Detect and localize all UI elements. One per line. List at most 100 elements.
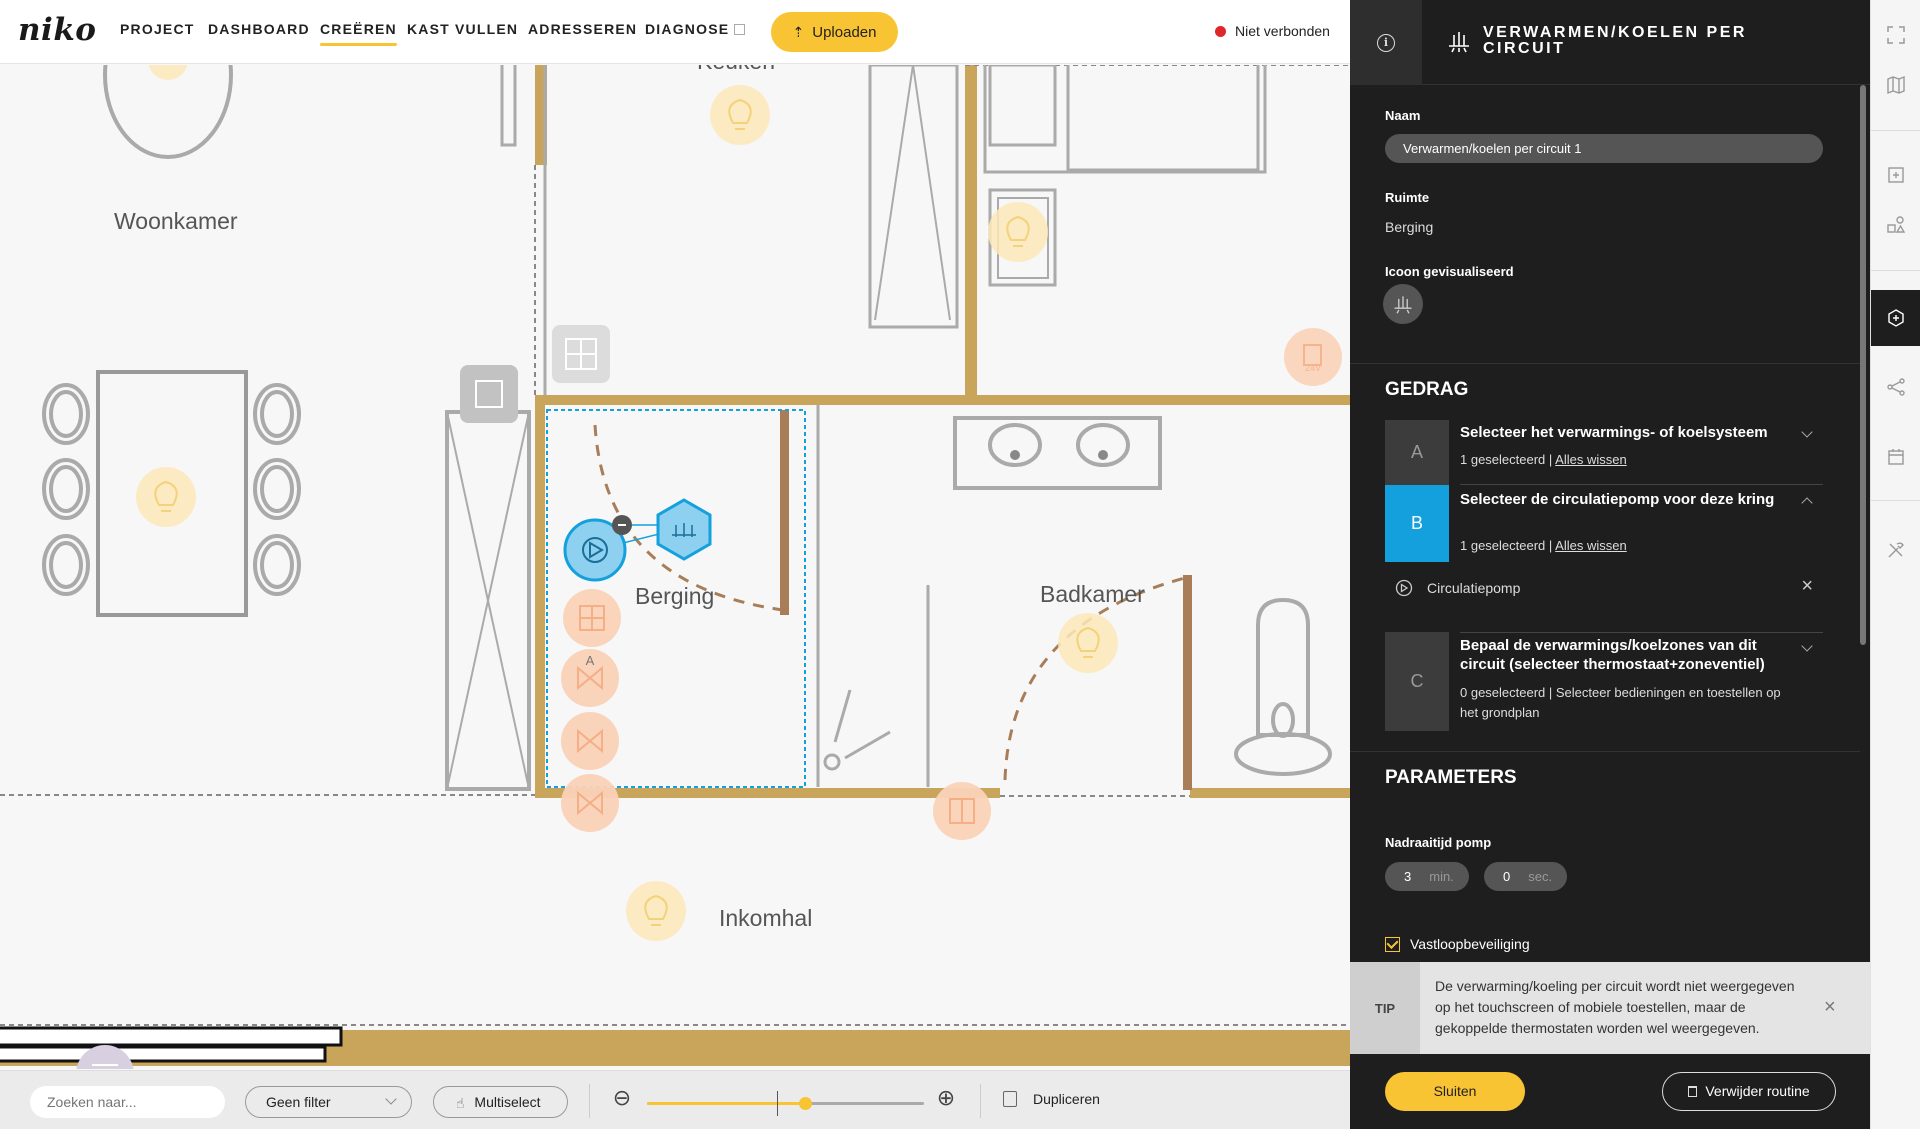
niko-logo[interactable]: niko — [18, 12, 96, 48]
pump-icon — [1395, 579, 1413, 597]
room-value: Berging — [1385, 219, 1434, 235]
room-label-woonkamer: Woonkamer — [114, 208, 238, 234]
tip-text: De verwarming/koeling per circuit wordt … — [1435, 978, 1795, 1036]
routine-icon[interactable] — [1871, 290, 1920, 346]
calendar-icon-glyph — [1888, 449, 1904, 465]
add-device-icon-glyph — [1888, 167, 1904, 183]
step-b-subtitle: 1 geselecteerd | Alles wissen — [1460, 536, 1800, 556]
parameters-section-title: PARAMETERS — [1385, 767, 1517, 788]
tip-banner: TIP De verwarming/koeling per circuit wo… — [1350, 962, 1870, 1054]
nadraaitijd-minutes-input[interactable]: 3 min. — [1385, 862, 1469, 891]
routine-icon-glyph — [1888, 309, 1904, 327]
search-input[interactable] — [30, 1086, 225, 1118]
minutes-unit: min. — [1429, 869, 1454, 884]
section-divider — [1350, 751, 1860, 752]
step-a-count: 1 geselecteerd | — [1460, 452, 1556, 467]
nav-dashboard[interactable]: DASHBOARD — [208, 21, 310, 37]
selected-pump-label: Circulatiepomp — [1427, 580, 1521, 596]
upload-icon: ⇡ — [792, 23, 805, 40]
step-b-count: 1 geselecteerd | — [1460, 538, 1556, 553]
step-c-subtitle: 0 geselecteerd | Selecteer bedieningen e… — [1460, 685, 1781, 720]
duplicate-button[interactable]: Dupliceren — [1003, 1091, 1100, 1107]
zoom-slider-fill — [647, 1102, 805, 1105]
upload-button[interactable]: ⇡ Uploaden — [771, 12, 898, 52]
panel-scrollbar[interactable] — [1860, 85, 1866, 645]
shapes-icon-glyph — [1887, 216, 1906, 233]
fullscreen-icon[interactable] — [1871, 10, 1920, 60]
close-button[interactable]: Sluiten — [1385, 1072, 1525, 1111]
vastloop-label: Vastloopbeveiliging — [1410, 936, 1530, 952]
zoom-in-icon[interactable]: ⊕ — [935, 1087, 957, 1110]
connections-icon-glyph — [1887, 378, 1905, 396]
sidebar-divider — [1871, 130, 1920, 131]
remove-routine-button[interactable]: Verwijder routine — [1662, 1072, 1836, 1111]
multiselect-button[interactable]: ☝ Multiselect — [433, 1086, 568, 1118]
tools-icon[interactable] — [1871, 525, 1920, 575]
zoom-out-icon[interactable]: ⊖ — [611, 1087, 633, 1110]
top-navigation-bar: niko PROJECT DASHBOARD CREËREN KAST VULL… — [0, 0, 1350, 64]
map-icon[interactable] — [1871, 60, 1920, 110]
upload-label: Uploaden — [812, 23, 877, 41]
floorplan-canvas[interactable]: 24V A Woonkamer Berging Badkamer Inkomha… — [0, 65, 1350, 1069]
step-c-title: Bepaal de verwarmings/koelzones van dit … — [1460, 637, 1765, 673]
step-b-title: Selecteer de circulatiepomp voor deze kr… — [1460, 491, 1775, 508]
trash-icon — [1688, 1086, 1698, 1097]
section-divider — [1350, 363, 1860, 364]
chevron-down-icon[interactable] — [1801, 426, 1813, 438]
step-divider — [1460, 632, 1823, 633]
remove-pump-icon[interactable]: × — [1801, 575, 1813, 598]
zoom-slider[interactable] — [647, 1091, 924, 1116]
step-letter-c: C — [1385, 632, 1449, 731]
add-device-icon[interactable] — [1871, 150, 1920, 200]
step-letter-a: A — [1385, 420, 1449, 485]
seconds-unit: sec. — [1528, 869, 1553, 884]
step-letter-b: B — [1385, 485, 1449, 562]
step-b-clear-link[interactable]: Alles wissen — [1555, 538, 1627, 553]
step-b[interactable]: B Selecteer de circulatiepomp voor deze … — [1385, 485, 1823, 562]
connections-icon[interactable] — [1871, 362, 1920, 412]
nav-creeren[interactable]: CREËREN — [320, 21, 397, 46]
step-c[interactable]: C Bepaal de verwarmings/koelzones van di… — [1385, 632, 1823, 731]
remove-routine-label: Verwijder routine — [1705, 1083, 1810, 1099]
nav-kast-vullen[interactable]: KAST VULLEN — [407, 21, 518, 37]
step-a-title: Selecteer het verwarmings- of koelsystee… — [1460, 424, 1768, 441]
fullscreen-icon-glyph — [1887, 26, 1905, 44]
nav-diagnose[interactable]: DIAGNOSE — [645, 21, 746, 37]
info-button[interactable]: i — [1350, 0, 1422, 85]
sidebar-divider — [1871, 270, 1920, 271]
tip-label: TIP — [1350, 962, 1420, 1054]
chevron-down-icon — [385, 1093, 397, 1105]
nadraaitijd-minutes-value: 3 — [1404, 869, 1412, 884]
close-icon[interactable]: × — [1824, 996, 1836, 1019]
room-label-badkamer: Badkamer — [1040, 581, 1145, 607]
chevron-up-icon[interactable] — [1801, 497, 1813, 509]
status-dot-icon — [1215, 25, 1226, 37]
map-icon-glyph — [1887, 75, 1905, 95]
filter-label: Geen filter — [266, 1094, 331, 1110]
nav-project[interactable]: PROJECT — [120, 21, 195, 37]
visualized-icon-picker[interactable] — [1383, 284, 1423, 324]
calendar-icon[interactable] — [1871, 432, 1920, 482]
vastloop-checkbox-row[interactable]: Vastloopbeveiliging — [1385, 936, 1530, 952]
panel-title: VERWARMEN/KOELEN PER CIRCUIT — [1483, 24, 1747, 57]
checkbox-checked-icon[interactable] — [1385, 936, 1400, 952]
room-label-keuken: Keuken — [697, 65, 775, 75]
nadraaitijd-seconds-input[interactable]: 0 sec. — [1484, 862, 1567, 891]
filter-dropdown[interactable]: Geen filter — [245, 1086, 412, 1118]
heating-cooling-icon — [1449, 32, 1469, 53]
badge-24v-text: 24V — [1305, 363, 1321, 373]
shapes-icon[interactable] — [1871, 200, 1920, 250]
hand-icon: ☝ — [456, 1095, 465, 1111]
toolbar-divider — [980, 1084, 981, 1118]
step-a[interactable]: A Selecteer het verwarmings- of koelsyst… — [1385, 420, 1823, 485]
nav-adresseren[interactable]: ADRESSEREN — [528, 21, 637, 37]
step-a-subtitle: 1 geselecteerd | Alles wissen — [1460, 450, 1800, 470]
duplicate-icon — [1003, 1091, 1017, 1107]
duplicate-label: Dupliceren — [1033, 1091, 1100, 1107]
chevron-down-icon[interactable] — [1801, 640, 1813, 652]
room-label-inkomhal: Inkomhal — [719, 905, 813, 931]
step-a-clear-link[interactable]: Alles wissen — [1555, 452, 1627, 467]
name-input[interactable]: Verwarmen/koelen per circuit 1 — [1385, 134, 1823, 163]
zoom-slider-handle[interactable] — [798, 1097, 812, 1110]
status-label: Niet verbonden — [1235, 23, 1330, 39]
